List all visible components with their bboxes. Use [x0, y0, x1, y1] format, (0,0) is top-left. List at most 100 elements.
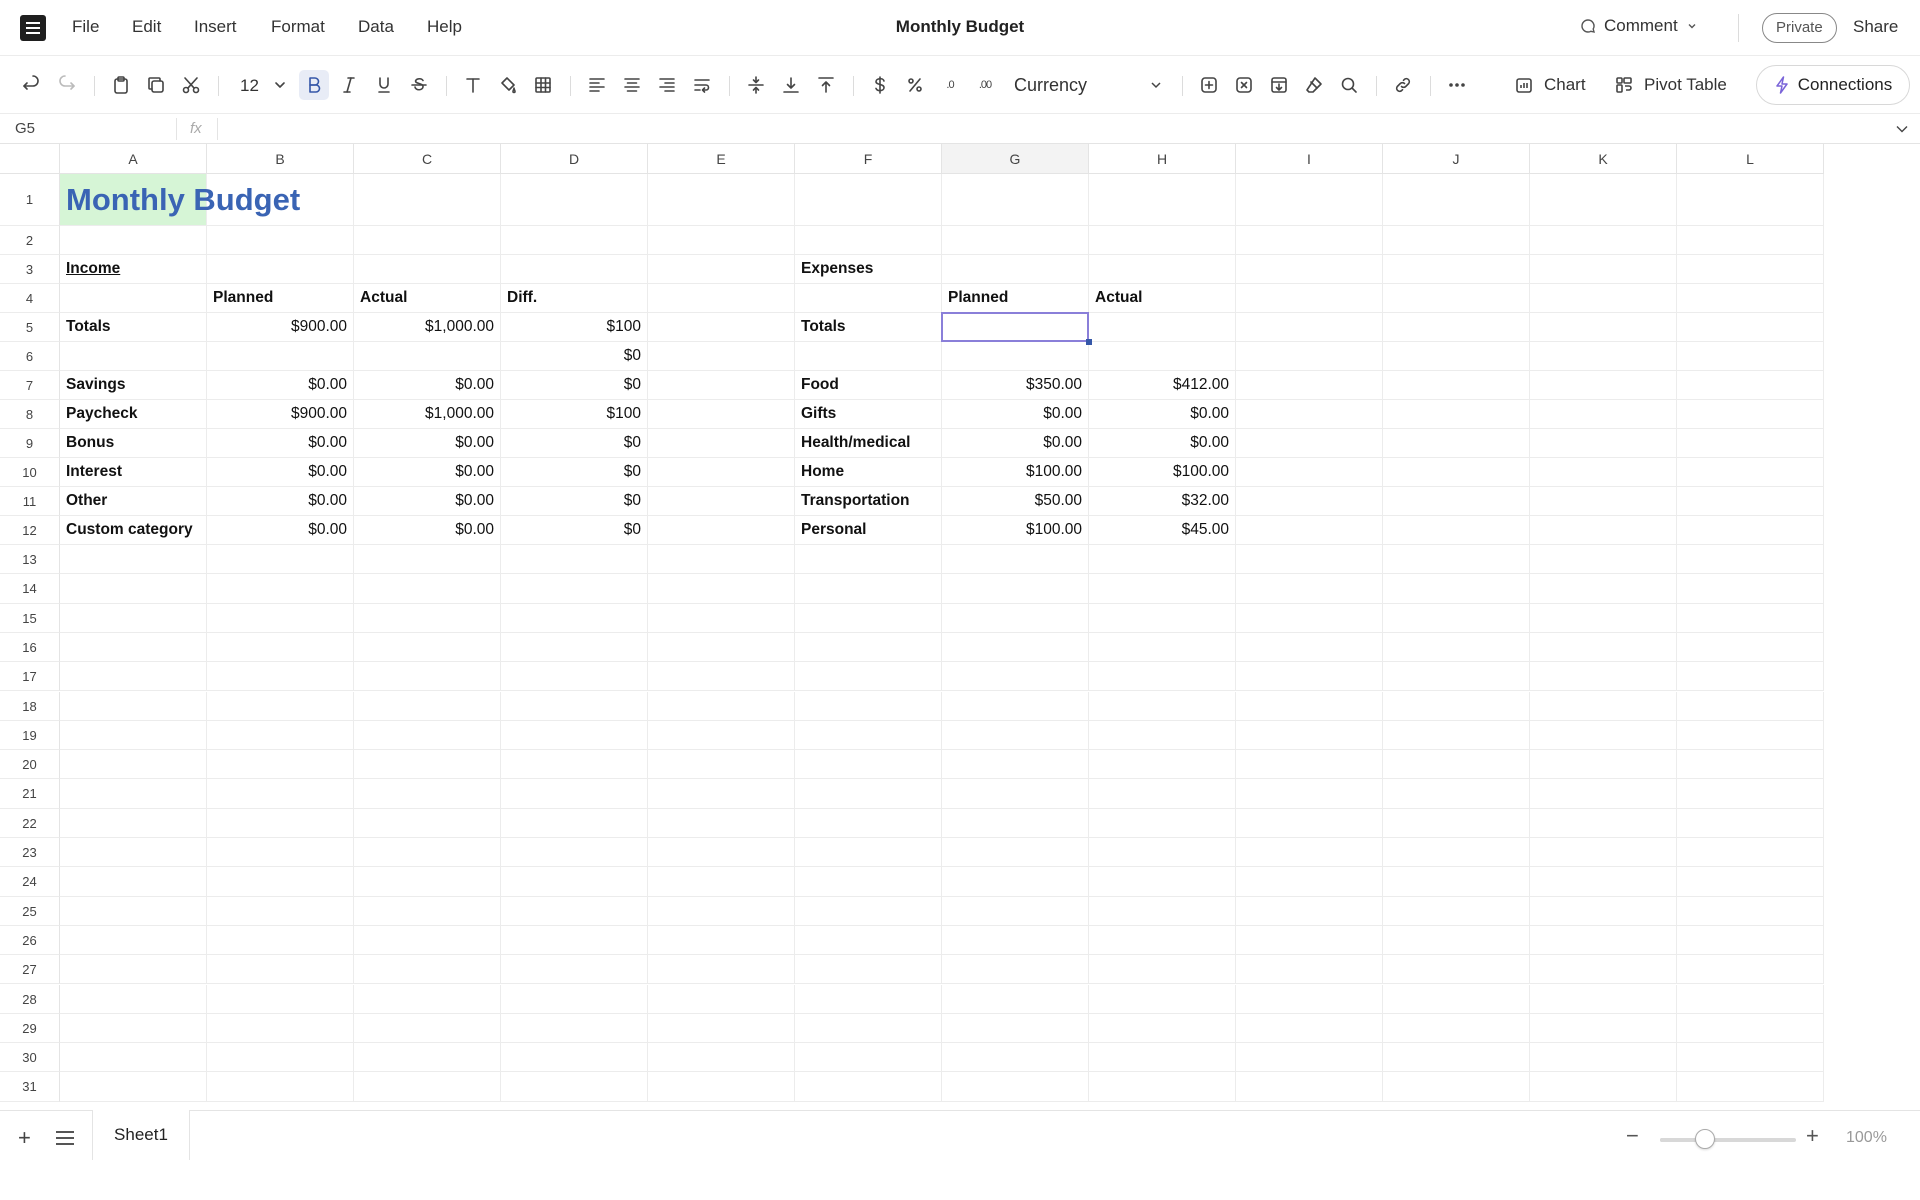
- cell-f20[interactable]: [795, 750, 942, 780]
- cell-g9[interactable]: $0.00: [942, 429, 1089, 458]
- cell-a21[interactable]: [60, 779, 207, 809]
- menu-help[interactable]: Help: [427, 17, 462, 37]
- row-header-15[interactable]: 15: [0, 603, 60, 633]
- cell-a18[interactable]: [60, 691, 207, 721]
- cell-h28[interactable]: [1089, 984, 1236, 1014]
- cell-j5[interactable]: [1383, 313, 1530, 342]
- cell-h10[interactable]: $100.00: [1089, 458, 1236, 487]
- cell-a17[interactable]: [60, 662, 207, 692]
- cell-d14[interactable]: [501, 574, 648, 604]
- redo-button[interactable]: [52, 70, 82, 100]
- cell-a27[interactable]: [60, 955, 207, 985]
- cell-c19[interactable]: [354, 720, 501, 751]
- cell-f29[interactable]: [795, 1013, 942, 1044]
- cell-e30[interactable]: [648, 1043, 795, 1073]
- cell-c1[interactable]: [354, 174, 501, 226]
- cell-j14[interactable]: [1383, 574, 1530, 604]
- cell-j22[interactable]: [1383, 808, 1530, 838]
- cell-k22[interactable]: [1530, 808, 1677, 838]
- share-button[interactable]: Share: [1853, 17, 1898, 37]
- cell-e16[interactable]: [648, 632, 795, 663]
- cell-j24[interactable]: [1383, 867, 1530, 897]
- cell-h30[interactable]: [1089, 1043, 1236, 1073]
- cell-f24[interactable]: [795, 867, 942, 897]
- cell-c28[interactable]: [354, 984, 501, 1014]
- column-header-d[interactable]: D: [501, 144, 648, 174]
- row-header-24[interactable]: 24: [0, 867, 60, 897]
- cell-i14[interactable]: [1236, 574, 1383, 604]
- cell-g21[interactable]: [942, 779, 1089, 809]
- cell-j17[interactable]: [1383, 662, 1530, 692]
- percent-format-button[interactable]: [900, 70, 930, 100]
- cell-h12[interactable]: $45.00: [1089, 516, 1236, 545]
- cell-k6[interactable]: [1530, 342, 1677, 371]
- column-header-e[interactable]: E: [648, 144, 795, 174]
- cell-h24[interactable]: [1089, 867, 1236, 897]
- cell-h6[interactable]: [1089, 342, 1236, 371]
- cell-f15[interactable]: [795, 603, 942, 633]
- cell-l5[interactable]: [1677, 313, 1824, 342]
- cell-f30[interactable]: [795, 1043, 942, 1073]
- cell-b7[interactable]: $0.00: [207, 371, 354, 400]
- cell-i31[interactable]: [1236, 1072, 1383, 1102]
- cell-a11[interactable]: Other: [60, 487, 207, 516]
- cell-c3[interactable]: [354, 255, 501, 284]
- cell-a22[interactable]: [60, 808, 207, 838]
- cell-g12[interactable]: $100.00: [942, 516, 1089, 545]
- cell-a26[interactable]: [60, 925, 207, 956]
- cell-k2[interactable]: [1530, 226, 1677, 255]
- cell-f10[interactable]: Home: [795, 458, 942, 487]
- row-header-4[interactable]: 4: [0, 284, 60, 313]
- align-left-button[interactable]: [582, 70, 612, 100]
- cell-h31[interactable]: [1089, 1072, 1236, 1102]
- row-header-5[interactable]: 5: [0, 313, 60, 342]
- menu-file[interactable]: File: [72, 17, 99, 37]
- cell-b20[interactable]: [207, 750, 354, 780]
- cell-d22[interactable]: [501, 808, 648, 838]
- cell-i26[interactable]: [1236, 925, 1383, 956]
- cell-g15[interactable]: [942, 603, 1089, 633]
- cell-c7[interactable]: $0.00: [354, 371, 501, 400]
- expand-formula-icon[interactable]: [1895, 122, 1909, 136]
- cell-l26[interactable]: [1677, 925, 1824, 956]
- cell-j20[interactable]: [1383, 750, 1530, 780]
- row-header-16[interactable]: 16: [0, 632, 60, 663]
- cell-b2[interactable]: [207, 226, 354, 255]
- cell-g22[interactable]: [942, 808, 1089, 838]
- connections-button[interactable]: Connections: [1756, 65, 1910, 105]
- cell-g25[interactable]: [942, 896, 1089, 926]
- cell-b8[interactable]: $900.00: [207, 400, 354, 429]
- insert-chart-button[interactable]: Chart: [1514, 75, 1586, 95]
- align-right-button[interactable]: [652, 70, 682, 100]
- cell-f17[interactable]: [795, 662, 942, 692]
- row-header-18[interactable]: 18: [0, 691, 60, 721]
- cell-l6[interactable]: [1677, 342, 1824, 371]
- cell-i8[interactable]: [1236, 400, 1383, 429]
- cell-e29[interactable]: [648, 1013, 795, 1044]
- column-header-i[interactable]: I: [1236, 144, 1383, 174]
- decrease-decimals-button[interactable]: .0: [935, 70, 965, 100]
- cell-b16[interactable]: [207, 632, 354, 663]
- cell-e4[interactable]: [648, 284, 795, 313]
- cell-d26[interactable]: [501, 925, 648, 956]
- cell-e31[interactable]: [648, 1072, 795, 1102]
- cell-j1[interactable]: [1383, 174, 1530, 226]
- row-header-27[interactable]: 27: [0, 955, 60, 985]
- cell-c23[interactable]: [354, 838, 501, 868]
- cell-g8[interactable]: $0.00: [942, 400, 1089, 429]
- cell-b1[interactable]: [207, 174, 354, 226]
- cell-d29[interactable]: [501, 1013, 648, 1044]
- cell-e27[interactable]: [648, 955, 795, 985]
- cell-i3[interactable]: [1236, 255, 1383, 284]
- cell-k16[interactable]: [1530, 632, 1677, 663]
- document-title[interactable]: Monthly Budget: [896, 17, 1024, 36]
- cell-c12[interactable]: $0.00: [354, 516, 501, 545]
- font-size-dropdown[interactable]: [265, 70, 295, 100]
- cell-f11[interactable]: Transportation: [795, 487, 942, 516]
- cell-d13[interactable]: [501, 545, 648, 575]
- row-header-31[interactable]: 31: [0, 1072, 60, 1102]
- cell-g3[interactable]: [942, 255, 1089, 284]
- cell-e23[interactable]: [648, 838, 795, 868]
- cell-h23[interactable]: [1089, 838, 1236, 868]
- fill-handle[interactable]: [1086, 339, 1092, 345]
